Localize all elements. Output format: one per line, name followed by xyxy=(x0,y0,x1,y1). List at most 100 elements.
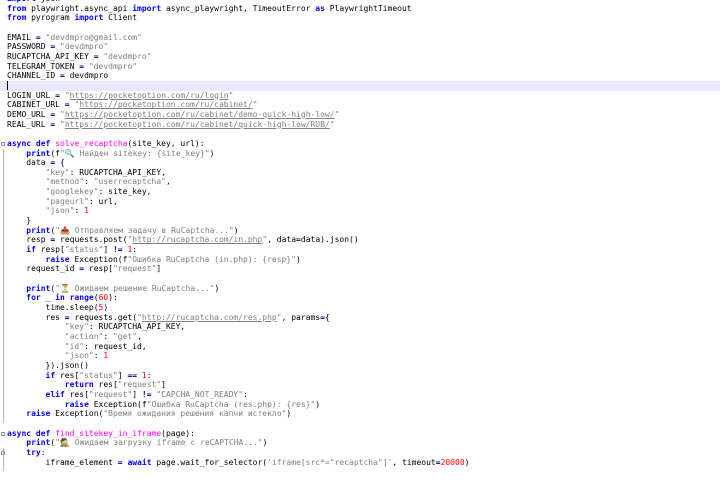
code-line[interactable]: "googlekey": site_key, xyxy=(0,187,720,197)
code-line[interactable] xyxy=(0,129,720,139)
code-line[interactable]: EMAIL = "devdmpro@gmail.com" xyxy=(0,33,720,43)
code-line[interactable]: "method": "userrecaptcha", xyxy=(0,177,720,187)
code-line[interactable]: DEMO_URL = "https://pocketoption.com/ru/… xyxy=(0,110,720,120)
code-token: PASSWORD xyxy=(7,42,51,52)
code-line[interactable]: "action": "get", xyxy=(0,332,720,342)
code-token: import xyxy=(74,13,104,23)
code-token: http://rucaptcha.com/in.php xyxy=(132,235,263,245)
code-token: for xyxy=(26,293,41,303)
code-line[interactable]: }).json() xyxy=(0,361,720,371)
code-token: ) xyxy=(315,399,321,409)
code-token: devdmpro xyxy=(64,71,109,81)
code-line[interactable]: PASSWORD = "devdmpro" xyxy=(0,42,720,52)
code-token: Exception(f xyxy=(88,399,147,409)
code-line[interactable]: res = requests.get("http://rucaptcha.com… xyxy=(0,313,720,323)
code-line[interactable]: data = { xyxy=(0,158,720,168)
code-line[interactable]: LOGIN_URL = "https://pocketoption.com/ru… xyxy=(0,91,720,101)
code-line[interactable] xyxy=(0,419,720,429)
fold-toggle-icon[interactable] xyxy=(1,431,5,436)
code-line[interactable]: try: xyxy=(0,448,720,458)
code-token: pyrogram xyxy=(26,13,75,23)
current-line[interactable] xyxy=(0,80,720,91)
code-token: https://pocketoption.com/ru/login xyxy=(69,90,229,100)
code-line[interactable]: RUCAPTCHA_API_KEY = "devdmpro" xyxy=(0,52,720,62)
code-token: "action" xyxy=(64,331,104,341)
code-token: Exception( xyxy=(50,409,104,419)
code-token: "request" xyxy=(88,389,133,399)
code-line[interactable] xyxy=(0,274,720,284)
code-area[interactable]: import jsonfrom playwright.async_api imp… xyxy=(0,0,720,472)
code-line[interactable] xyxy=(0,23,720,33)
fold-guide xyxy=(3,448,4,472)
code-token: "🕵 Ожидаем загрузку iframe с reCAPTCHA..… xyxy=(55,438,263,448)
code-token: PlaywrightTimeout xyxy=(324,3,412,13)
code-line[interactable]: if resp["status"] != 1: xyxy=(0,245,720,255)
code-line[interactable]: TELEGRAM_TOKEN = "devdmpro" xyxy=(0,62,720,72)
code-line[interactable]: CHANNEL_ID = devdmpro xyxy=(0,71,720,81)
code-line[interactable]: print("🕵 Ожидаем загрузку iframe с reCAP… xyxy=(0,438,720,448)
code-line[interactable]: "json": 1 xyxy=(0,351,720,361)
code-token: 60 xyxy=(98,293,109,303)
code-token: from xyxy=(7,13,27,23)
code-line[interactable]: "pageurl": url, xyxy=(0,197,720,207)
code-line[interactable]: raise Exception("Время ожидания решения … xyxy=(0,409,720,419)
code-token: "get" xyxy=(112,331,138,341)
code-line[interactable]: print("📤 Отправляем задачу в RuCaptcha..… xyxy=(0,226,720,236)
code-token: try xyxy=(26,447,41,457)
code-line[interactable]: "json": 1 xyxy=(0,206,720,216)
code-token: ) xyxy=(214,283,220,293)
code-token: find_sitekey_in_iframe xyxy=(55,428,162,438)
code-line[interactable]: raise Exception(f"Ошибка RuCaptcha (res.… xyxy=(0,400,720,410)
code-line[interactable]: "key": RUCAPTCHA_API_KEY, xyxy=(0,168,720,178)
code-token: "status" xyxy=(64,245,104,255)
code-line[interactable]: for _ in range(60): xyxy=(0,293,720,303)
code-line[interactable]: iframe_element = await page.wait_for_sel… xyxy=(0,458,720,468)
code-line[interactable]: } xyxy=(0,216,720,226)
code-editor[interactable]: import jsonfrom playwright.async_api imp… xyxy=(0,0,720,480)
code-token: ) xyxy=(296,254,301,264)
code-line[interactable]: raise Exception(f"Ошибка RuCaptcha (in.p… xyxy=(0,255,720,265)
code-line[interactable]: if res["status"] == 1: xyxy=(0,371,720,381)
code-token: ] xyxy=(132,389,142,399)
code-line[interactable]: "key": RUCAPTCHA_API_KEY, xyxy=(0,322,720,332)
code-line[interactable]: print("⏳ Ожидаем решение RuCaptcha...") xyxy=(0,284,720,294)
code-line[interactable]: async def find_sitekey_in_iframe(page): xyxy=(0,429,720,439)
code-token: " xyxy=(228,90,234,100)
fold-toggle-icon[interactable] xyxy=(1,141,5,146)
code-line[interactable]: elif res["request"] != "CAPCHA_NOT_READY… xyxy=(0,390,720,400)
code-token: "json" xyxy=(64,351,94,361)
code-line[interactable]: from playwright.async_api import async_p… xyxy=(0,4,720,14)
code-token: import xyxy=(132,3,162,13)
code-token: "📤 Отправляем задачу в RuCaptcha..." xyxy=(55,225,234,235)
code-token: : url, xyxy=(88,196,118,206)
code-line[interactable]: resp = requests.post("http://rucaptcha.c… xyxy=(0,235,720,245)
code-line[interactable]: CABINET_URL = "https://pocketoption.com/… xyxy=(0,100,720,110)
code-line[interactable]: request_id = resp["request"] xyxy=(0,264,720,274)
code-token: data).json() xyxy=(300,235,359,245)
code-token: "devdmpro@gmail.com" xyxy=(45,32,142,42)
code-token: _ xyxy=(40,293,56,303)
code-token: json xyxy=(36,0,60,3)
code-line[interactable]: from pyrogram import Client xyxy=(0,13,720,23)
code-line[interactable]: REAL_URL = "https://pocketoption.com/ru/… xyxy=(0,120,720,130)
code-line[interactable]: return res["request"] xyxy=(0,380,720,390)
code-line[interactable]: time.sleep(5) xyxy=(0,303,720,313)
code-token: ] xyxy=(117,370,128,380)
code-line[interactable]: print(f"🔍 Найден sitekey: {site_key}") xyxy=(0,149,720,159)
code-token: "devdmpro" xyxy=(88,61,138,71)
code-token: solve_recaptcha xyxy=(55,138,128,148)
code-token: https://pocketoption.com/ru/cabinet/demo… xyxy=(64,109,335,119)
code-token: RUCAPTCHA_API_KEY xyxy=(7,51,94,61)
code-token: ) xyxy=(286,409,292,419)
code-line[interactable]: "id": request_id, xyxy=(0,342,720,352)
code-token: from xyxy=(7,3,27,13)
code-line[interactable]: async def solve_recaptcha(site_key, url)… xyxy=(0,139,720,149)
code-token: "key" xyxy=(45,167,70,177)
